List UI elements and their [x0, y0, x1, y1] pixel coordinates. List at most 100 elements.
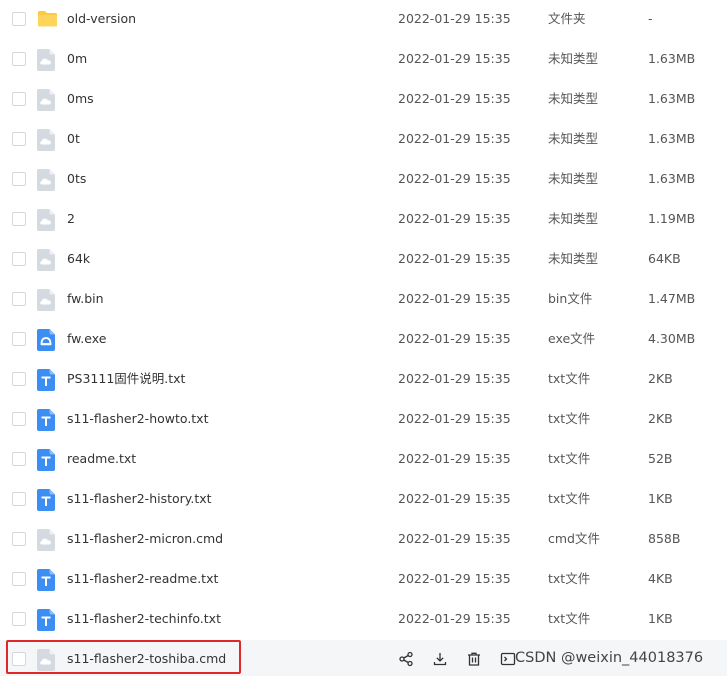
- file-row[interactable]: s11-flasher2-techinfo.txt 2022-01-29 15:3…: [0, 600, 727, 640]
- select-checkbox[interactable]: [12, 132, 26, 146]
- row-actions: [397, 640, 533, 676]
- file-size: 1.63MB: [648, 51, 696, 66]
- file-row[interactable]: fw.bin 2022-01-29 15:35 bin文件 1.47MB: [0, 280, 727, 320]
- delete-icon[interactable]: [465, 651, 482, 668]
- unknown-file-icon: [37, 169, 57, 191]
- file-row[interactable]: fw.exe 2022-01-29 15:35 exe文件 4.30MB: [0, 320, 727, 360]
- file-name[interactable]: PS3111固件说明.txt: [67, 360, 185, 398]
- modified-date: 2022-01-29 15:35: [398, 451, 511, 466]
- file-size: 4KB: [648, 571, 673, 586]
- unknown-file-icon: [37, 529, 57, 551]
- file-name[interactable]: s11-flasher2-micron.cmd: [67, 520, 223, 558]
- select-checkbox[interactable]: [12, 172, 26, 186]
- file-type: bin文件: [548, 291, 593, 306]
- file-name[interactable]: 0ms: [67, 80, 94, 118]
- file-size: 1KB: [648, 611, 673, 626]
- file-name[interactable]: s11-flasher2-toshiba.cmd: [67, 640, 226, 676]
- unknown-file-icon: [37, 289, 57, 311]
- file-name[interactable]: fw.bin: [67, 280, 104, 318]
- file-type: 未知类型: [548, 251, 599, 266]
- select-checkbox[interactable]: [12, 52, 26, 66]
- file-row[interactable]: 0ms 2022-01-29 15:35 未知类型 1.63MB: [0, 80, 727, 120]
- modified-date: 2022-01-29 15:35: [398, 531, 511, 546]
- select-checkbox[interactable]: [12, 492, 26, 506]
- file-name[interactable]: 0m: [67, 40, 87, 78]
- modified-date: 2022-01-29 15:35: [398, 371, 511, 386]
- select-checkbox[interactable]: [12, 252, 26, 266]
- file-row[interactable]: s11-flasher2-history.txt 2022-01-29 15:35…: [0, 480, 727, 520]
- file-name[interactable]: readme.txt: [67, 440, 136, 478]
- select-checkbox[interactable]: [12, 412, 26, 426]
- file-row[interactable]: s11-flasher2-howto.txt 2022-01-29 15:35 tx…: [0, 400, 727, 440]
- unknown-file-icon: [37, 89, 57, 111]
- file-row[interactable]: 0t 2022-01-29 15:35 未知类型 1.63MB: [0, 120, 727, 160]
- modified-date: 2022-01-29 15:35: [398, 91, 511, 106]
- select-checkbox[interactable]: [12, 332, 26, 346]
- file-row[interactable]: 2 2022-01-29 15:35 未知类型 1.19MB: [0, 200, 727, 240]
- select-checkbox[interactable]: [12, 212, 26, 226]
- folder-icon: [37, 9, 57, 31]
- modified-date: 2022-01-29 15:35: [398, 211, 511, 226]
- file-name[interactable]: fw.exe: [67, 320, 106, 358]
- select-checkbox[interactable]: [12, 372, 26, 386]
- file-row[interactable]: 64k 2022-01-29 15:35 未知类型 64KB: [0, 240, 727, 280]
- select-checkbox[interactable]: [12, 532, 26, 546]
- file-list: old-version 2022-01-29 15:35 文件夹 - 0m 2022-01…: [0, 0, 727, 676]
- file-name[interactable]: s11-flasher2-howto.txt: [67, 400, 209, 438]
- text-file-icon: [37, 609, 57, 631]
- file-type: 未知类型: [548, 51, 599, 66]
- file-size: 1.19MB: [648, 211, 696, 226]
- file-name[interactable]: 0ts: [67, 160, 86, 198]
- file-type: 文件夹: [548, 11, 586, 26]
- file-name[interactable]: 2: [67, 200, 75, 238]
- select-checkbox[interactable]: [12, 12, 26, 26]
- file-type: txt文件: [548, 411, 591, 426]
- file-size: 52B: [648, 451, 673, 466]
- unknown-file-icon: [37, 209, 57, 231]
- file-size: 2KB: [648, 371, 673, 386]
- modified-date: 2022-01-29 15:35: [398, 331, 511, 346]
- select-checkbox[interactable]: [12, 452, 26, 466]
- select-checkbox[interactable]: [12, 612, 26, 626]
- file-name[interactable]: 64k: [67, 240, 90, 278]
- file-name[interactable]: old-version: [67, 0, 136, 38]
- file-row[interactable]: s11-flasher2-readme.txt 2022-01-29 15:35 t…: [0, 560, 727, 600]
- text-file-icon: [37, 489, 57, 511]
- file-row[interactable]: PS3111固件说明.txt 2022-01-29 15:35 txt文件 2KB: [0, 360, 727, 400]
- file-size: 1.63MB: [648, 131, 696, 146]
- select-checkbox[interactable]: [12, 92, 26, 106]
- file-type: 未知类型: [548, 171, 599, 186]
- file-name[interactable]: s11-flasher2-readme.txt: [67, 560, 218, 598]
- select-checkbox[interactable]: [12, 572, 26, 586]
- file-name[interactable]: s11-flasher2-techinfo.txt: [67, 600, 221, 638]
- watermark: CSDN @weixin_44018376: [515, 650, 704, 666]
- text-file-icon: [37, 409, 57, 431]
- modified-date: 2022-01-29 15:35: [398, 51, 511, 66]
- modified-date: 2022-01-29 15:35: [398, 571, 511, 586]
- file-row[interactable]: readme.txt 2022-01-29 15:35 txt文件 52B: [0, 440, 727, 480]
- exe-file-icon: [37, 329, 57, 351]
- download-icon[interactable]: [431, 651, 448, 668]
- unknown-file-icon: [37, 249, 57, 271]
- file-name[interactable]: 0t: [67, 120, 80, 158]
- file-type: txt文件: [548, 451, 591, 466]
- file-row[interactable]: s11-flasher2-micron.cmd 2022-01-29 15:35 c…: [0, 520, 727, 560]
- modified-date: 2022-01-29 15:35: [398, 411, 511, 426]
- file-type: 未知类型: [548, 91, 599, 106]
- file-type: txt文件: [548, 611, 591, 626]
- file-type: txt文件: [548, 571, 591, 586]
- file-row[interactable]: 0ts 2022-01-29 15:35 未知类型 1.63MB: [0, 160, 727, 200]
- select-checkbox[interactable]: [12, 652, 26, 666]
- select-checkbox[interactable]: [12, 292, 26, 306]
- file-row[interactable]: old-version 2022-01-29 15:35 文件夹 -: [0, 0, 727, 40]
- modified-date: 2022-01-29 15:35: [398, 11, 511, 26]
- text-file-icon: [37, 369, 57, 391]
- share-icon[interactable]: [397, 651, 414, 668]
- file-type: cmd文件: [548, 531, 600, 546]
- modified-date: 2022-01-29 15:35: [398, 291, 511, 306]
- unknown-file-icon: [37, 649, 57, 671]
- more-icon[interactable]: [499, 651, 516, 668]
- file-name[interactable]: s11-flasher2-history.txt: [67, 480, 212, 518]
- file-row[interactable]: 0m 2022-01-29 15:35 未知类型 1.63MB: [0, 40, 727, 80]
- file-type: 未知类型: [548, 211, 599, 226]
